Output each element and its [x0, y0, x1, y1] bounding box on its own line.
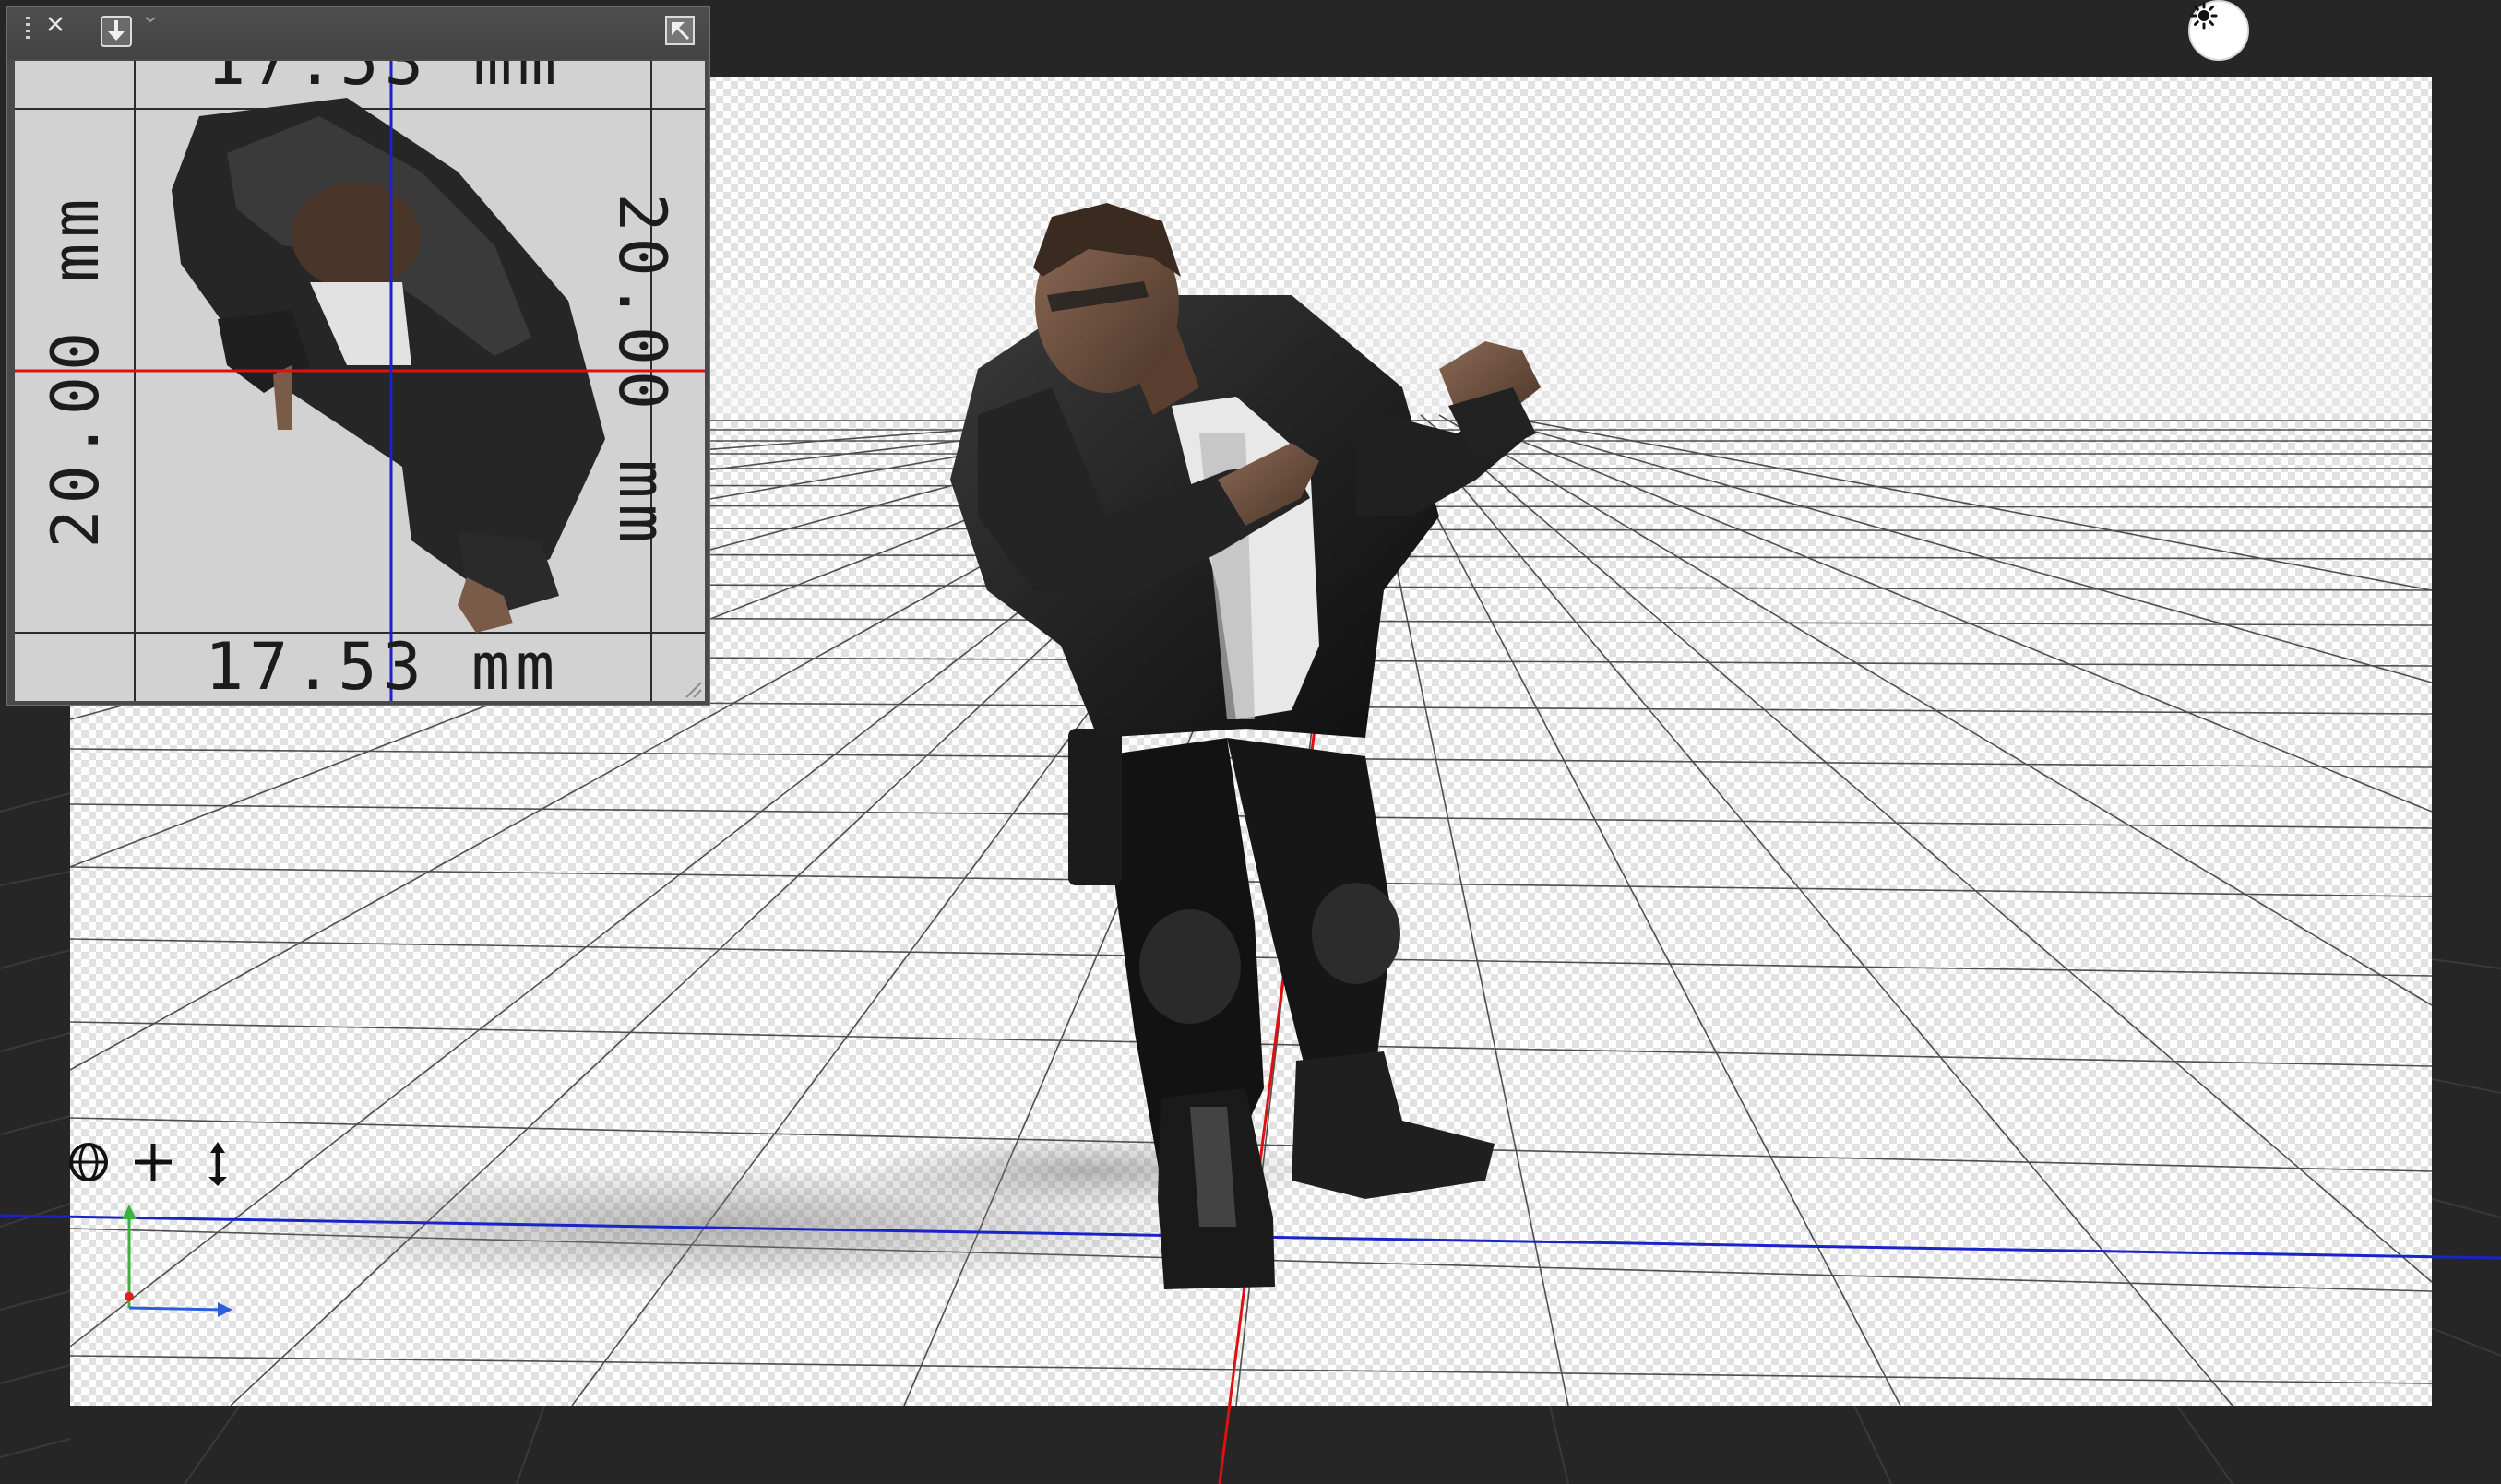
bottom-dimension-label: 17.53 mm	[205, 629, 561, 701]
top-view-character	[172, 98, 605, 633]
panel-grip-icon[interactable]	[24, 15, 39, 52]
pan-button[interactable]	[131, 1140, 183, 1192]
save-image-icon[interactable]	[100, 15, 137, 52]
orbit-icon	[69, 1143, 108, 1181]
expand-icon[interactable]	[664, 15, 701, 52]
light-toggle-button[interactable]	[2188, 0, 2249, 61]
top-view-canvas[interactable]: 17.53 mm 17.53 mm 20.00 mm 20.00 mm	[15, 61, 705, 701]
panel-titlebar[interactable]	[7, 7, 709, 59]
right-dimension-label: 20.00 mm	[604, 193, 680, 549]
top-view-drawing	[15, 61, 705, 701]
pan-icon	[135, 1144, 172, 1181]
dolly-button[interactable]	[196, 1140, 247, 1192]
sun-icon	[2190, 2, 2218, 30]
close-icon[interactable]	[46, 15, 74, 52]
orbit-button[interactable]	[66, 1140, 118, 1192]
main-3d-viewport[interactable]: 17.53 mm 17.53 mm 20.00 mm 20.00 mm	[0, 0, 2501, 1484]
top-view-panel: 17.53 mm 17.53 mm 20.00 mm 20.00 mm	[6, 6, 710, 706]
dolly-icon	[208, 1142, 227, 1186]
left-dimension-label: 20.00 mm	[38, 193, 113, 549]
dropdown-arrow-icon[interactable]	[144, 15, 162, 52]
top-dimension-label: 17.53 mm	[207, 61, 563, 100]
